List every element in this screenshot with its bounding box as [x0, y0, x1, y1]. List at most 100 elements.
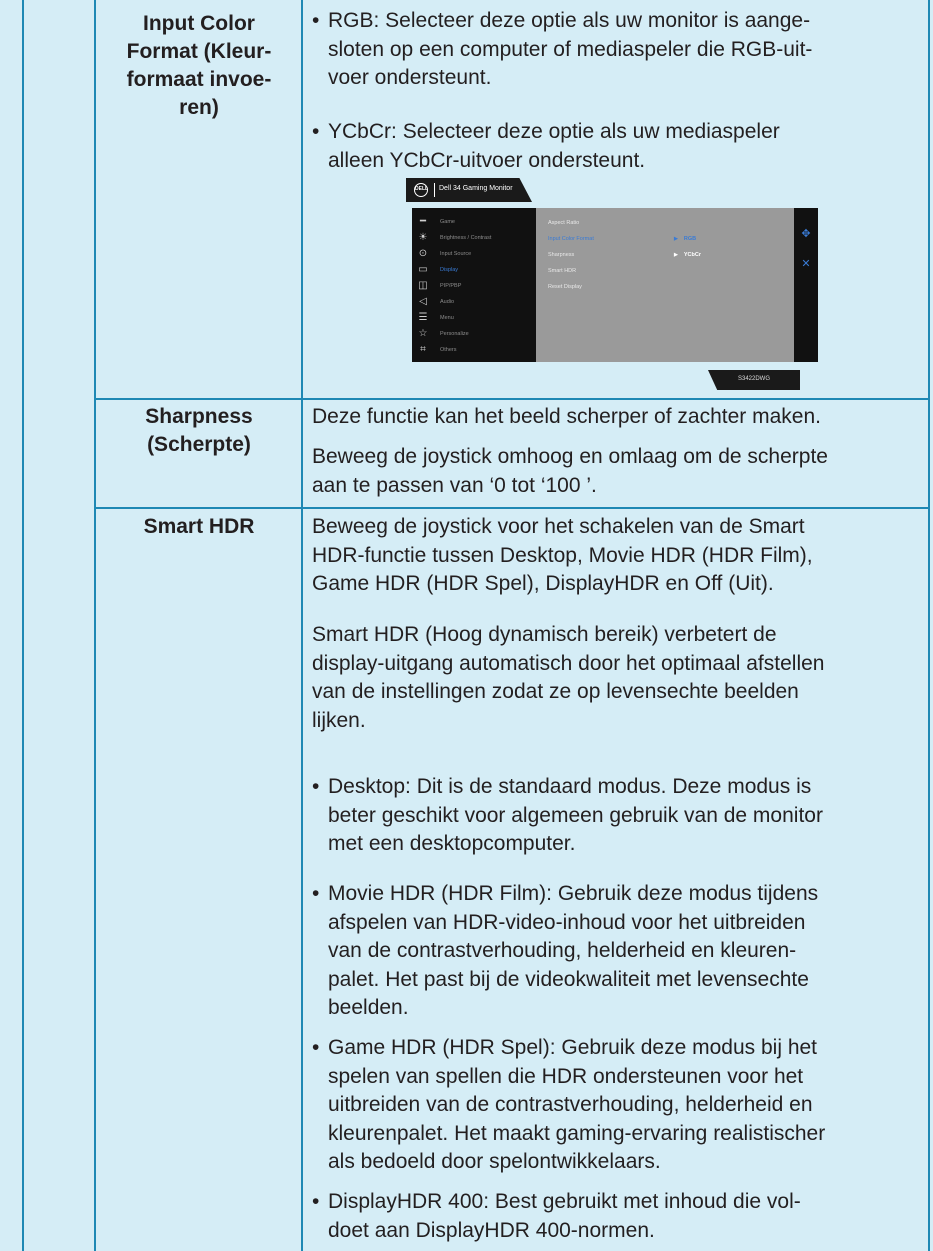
paragraph-line: Smart HDR (Hoog dynamisch bereik) verbet… — [312, 623, 777, 646]
bullet-line: doet aan DisplayHDR 400-normen. — [328, 1218, 655, 1242]
osd-value-label: RGB — [683, 236, 697, 242]
label-line: Format (Kleur- — [126, 40, 272, 63]
others-icon: ⌗ — [420, 344, 426, 355]
smart-hdr-paragraph-1: Beweeg de joystick voor het schakelen va… — [312, 513, 920, 599]
osd-menu-item-others: ⌗ Others — [418, 344, 532, 358]
bullet-line: RGB: Selecteer deze optie als uw monitor… — [328, 7, 920, 36]
osd-menu-label: Brightness / Contrast — [440, 235, 492, 241]
paragraph-line: aan te passen van ‘0 tot ‘100 ’. — [312, 473, 597, 497]
bullet-line: palet. Het past bij de videokwaliteit me… — [328, 967, 809, 991]
bullet-rgb: • RGB: Selecteer deze optie als uw monit… — [312, 7, 920, 93]
osd-option-input-color-format: Input Color Format — [548, 236, 594, 242]
bullet-game-hdr: • Game HDR (HDR Spel): Gebruik deze modu… — [312, 1034, 920, 1177]
bullet-term: DisplayHDR 400: — [328, 1190, 490, 1213]
bullet-dot: • — [312, 120, 320, 143]
label-line: formaat invoe- — [126, 68, 272, 91]
bullet-line: YCbCr: Selecteer deze optie als uw media… — [328, 118, 920, 147]
bullet-desktop: • Desktop: Dit is de standaard modus. De… — [312, 773, 920, 859]
bullet-line: afspelen van HDR-video-inhoud voor het u… — [328, 910, 806, 934]
osd-menu-item-personalize: ☆ Personalize — [418, 328, 532, 342]
osd-menu-item-brightness-contrast: ☀ Brightness / Contrast — [418, 232, 532, 246]
label-line: ren) — [179, 96, 219, 119]
title-separator — [434, 183, 435, 197]
smart-hdr-paragraph-2: Smart HDR (Hoog dynamisch bereik) verbet… — [312, 621, 920, 735]
osd-menu-item-pip-pbp: ◫ PIP/PBP — [418, 280, 532, 294]
osd-value-rgb: ▶ RGB — [674, 236, 696, 242]
osd-option-smart-hdr: Smart HDR — [548, 268, 577, 274]
bullet-line: uitbreiden van de contrastverhouding, he… — [328, 1093, 813, 1116]
osd-menu-label: Others — [440, 347, 457, 353]
bullet-line: beter geschikt voor algemeen gebruik van… — [328, 803, 823, 827]
osd-menu-screenshot: DELL Dell 34 Gaming Monitor ━ Game ☀ Bright… — [406, 178, 818, 390]
paragraph-line: Game HDR (HDR Spel), DisplayHDR en Off (… — [312, 572, 774, 595]
bullet-line: met een desktopcomputer. — [328, 832, 576, 855]
bullet-term: RGB: — [328, 9, 380, 32]
bullet-term: Game HDR (HDR Spel): — [328, 1036, 556, 1059]
game-icon: ━ — [419, 216, 427, 227]
caret-right-icon: ▶ — [674, 252, 678, 258]
paragraph-line: lijken. — [312, 708, 366, 732]
row-label-smart-hdr: Smart HDR — [104, 513, 294, 541]
row-divider-smart-hdr — [94, 507, 930, 509]
row-divider-sharpness — [94, 398, 930, 400]
close-icon: ✕ — [801, 258, 811, 270]
osd-button-bar: ✥ ✕ — [794, 208, 818, 362]
osd-menu-label: PIP/PBP — [440, 283, 462, 289]
table-border-mid — [301, 0, 303, 1251]
osd-value-ycbcr: ▶ YCbCr — [674, 252, 701, 258]
bullet-line: Game HDR (HDR Spel): Gebruik deze modus … — [328, 1034, 920, 1063]
bullet-dot: • — [312, 775, 320, 798]
row-label-sharpness: Sharpness (Scherpte) — [104, 403, 294, 459]
osd-submenu: Aspect Ratio Input Color Format Sharpness S… — [536, 208, 794, 362]
bullet-line: spelen van spellen die HDR ondersteunen … — [328, 1064, 804, 1088]
paragraph-line: van de instellingen zodat ze op levensec… — [312, 680, 799, 703]
label-line: Sharpness — [145, 405, 253, 428]
osd-menu-label: Audio — [440, 299, 455, 305]
bullet-line: sloten op een computer of mediaspeler di… — [328, 37, 813, 61]
paragraph-line: Deze functie kan het beeld scherper of z… — [312, 405, 821, 428]
label-line: Smart HDR — [143, 515, 255, 538]
paragraph-line: display-uitgang automatisch door het opt… — [312, 651, 825, 675]
sharpness-paragraph-1: Deze functie kan het beeld scherper of z… — [312, 403, 920, 432]
osd-menu-label: Input Source — [440, 251, 472, 257]
osd-option-sharpness: Sharpness — [548, 252, 575, 258]
osd-menu-label: Game — [440, 219, 455, 225]
osd-menu-item-audio: ◁ Audio — [418, 296, 532, 310]
label-line: (Scherpte) — [147, 433, 251, 456]
bullet-term: Desktop: — [328, 775, 411, 798]
bullet-text: Best gebruikt met inhoud die vol- — [489, 1190, 801, 1213]
osd-model-bar: S3422DWG — [708, 370, 800, 390]
bullet-ycbcr: • YCbCr: Selecteer deze optie als uw med… — [312, 118, 920, 175]
menu-icon: ☰ — [418, 312, 428, 323]
bullet-text: Gebruik deze modus tijdens — [552, 882, 819, 905]
table-border-right — [928, 0, 930, 1251]
bullet-line: voer ondersteunt. — [328, 66, 492, 89]
bullet-dot: • — [312, 882, 320, 905]
bullet-term: YCbCr: — [328, 120, 397, 143]
pip-icon: ◫ — [418, 280, 428, 291]
bullet-line: kleurenpalet. Het maakt gaming-ervaring … — [328, 1121, 826, 1145]
bullet-line: alleen YCbCr-uitvoer ondersteunt. — [328, 148, 646, 172]
audio-icon: ◁ — [419, 296, 427, 307]
bullet-dot: • — [312, 9, 320, 32]
dell-logo: DELL — [414, 183, 428, 197]
bullet-term: Movie HDR (HDR Film): — [328, 882, 552, 905]
osd-title-bar: DELL Dell 34 Gaming Monitor — [406, 178, 532, 202]
osd-menu-item-game: ━ Game — [418, 216, 532, 230]
table-border-label-left — [94, 0, 96, 1251]
osd-option-aspect-ratio: Aspect Ratio — [548, 220, 580, 226]
bullet-displayhdr-400: • DisplayHDR 400: Best gebruikt met inho… — [312, 1188, 920, 1245]
osd-main-menu: ━ Game ☀ Brightness / Contrast ⊙ Input Source… — [412, 208, 536, 362]
osd-value-label: YCbCr — [683, 252, 701, 258]
sharpness-paragraph-2: Beweeg de joystick omhoog en omlaag om d… — [312, 443, 920, 500]
star-icon: ☆ — [418, 328, 428, 339]
joystick-icon: ✥ — [801, 228, 811, 240]
bullet-text: Dit is de standaard modus. Deze modus is — [410, 775, 812, 798]
bullet-dot: • — [312, 1190, 320, 1213]
caret-right-icon: ▶ — [674, 236, 678, 242]
osd-menu-item-display: ▭ Display — [418, 264, 532, 278]
bullet-movie-hdr: • Movie HDR (HDR Film): Gebruik deze mod… — [312, 880, 920, 1023]
osd-option-reset-display: Reset Display — [548, 284, 582, 290]
bullet-line: Desktop: Dit is de standaard modus. Deze… — [328, 773, 920, 802]
bullet-line: van de contrastverhouding, helderheid en… — [328, 939, 797, 962]
